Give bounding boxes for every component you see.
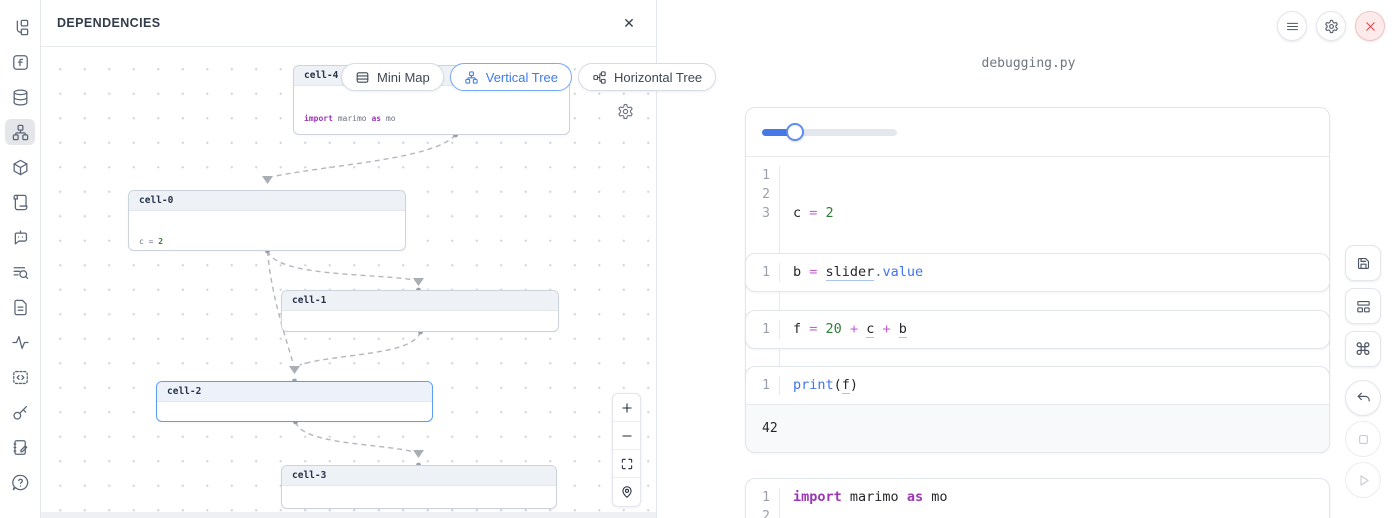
- graph-scrollbar[interactable]: [41, 512, 656, 518]
- save-icon: [1355, 255, 1372, 272]
- dependency-graph-canvas[interactable]: cell-4 import marimo as mo a = 20 cell-0…: [41, 47, 656, 512]
- graph-node-cell-2[interactable]: cell-2 f = 20 + c + b: [156, 381, 433, 422]
- horizontal-tree-icon: [592, 70, 607, 85]
- line-numbers: 1 2: [746, 488, 780, 518]
- graph-node-title: cell-2: [157, 382, 432, 402]
- graph-node-title: cell-3: [282, 466, 556, 486]
- layout-select-button[interactable]: [1345, 288, 1381, 324]
- layout-icon: [1355, 298, 1372, 315]
- notebook-cell[interactable]: 1 print(f) 42: [745, 366, 1330, 453]
- cell-editor[interactable]: 1 2 import marimo as mo: [746, 479, 1329, 518]
- logs-icon[interactable]: [5, 189, 35, 215]
- minimap-button[interactable]: Mini Map: [341, 63, 444, 91]
- maximize-icon: [620, 457, 634, 471]
- documentation-icon[interactable]: [5, 294, 35, 320]
- snippets-icon[interactable]: [5, 364, 35, 390]
- graph-node-title: cell-1: [282, 291, 558, 311]
- vertical-tree-button[interactable]: Vertical Tree: [450, 63, 572, 91]
- map-pin-icon: [620, 485, 634, 499]
- dependencies-header: DEPENDENCIES ✕: [41, 0, 656, 47]
- cell-editor[interactable]: 1 b = slider.value: [746, 254, 1329, 291]
- hamburger-icon: [1285, 19, 1300, 34]
- shutdown-button[interactable]: [1355, 11, 1385, 41]
- horizontal-tree-label: Horizontal Tree: [614, 70, 702, 85]
- notebook-cell[interactable]: 1 b = slider.value: [745, 253, 1330, 292]
- notebook-cell[interactable]: 1 2 import marimo as mo: [745, 478, 1330, 518]
- line-numbers: 1: [746, 263, 780, 282]
- stop-icon: [1355, 431, 1372, 448]
- scratchpad-icon[interactable]: [5, 434, 35, 460]
- graph-view-toolbar: Mini Map Vertical Tree Horizontal Tree: [341, 63, 716, 91]
- save-button[interactable]: [1345, 245, 1381, 281]
- dependency-graph-icon[interactable]: [5, 119, 35, 145]
- close-panel-button[interactable]: ✕: [618, 12, 640, 34]
- file-tree-icon[interactable]: [5, 14, 35, 40]
- cell-editor[interactable]: 1 f = 20 + c + b: [746, 311, 1329, 348]
- graph-zoom-controls: [612, 393, 641, 507]
- graph-node-cell-3[interactable]: cell-3 print(f): [281, 465, 557, 509]
- zoom-in-button[interactable]: [613, 394, 640, 422]
- graph-code-line: import marimo as mo: [304, 114, 559, 125]
- left-icon-rail: [0, 0, 41, 518]
- notebook-area: debugging.py 1 2 3: [657, 0, 1400, 518]
- keyboard-shortcuts-button[interactable]: ⌘: [1345, 331, 1381, 367]
- graph-settings-button[interactable]: [613, 99, 637, 123]
- gear-icon: [1324, 19, 1339, 34]
- notebook-cell[interactable]: 1 f = 20 + c + b: [745, 310, 1330, 349]
- line-numbers: 1: [746, 376, 780, 395]
- graph-node-title: cell-0: [129, 191, 405, 211]
- gear-icon: [617, 103, 634, 120]
- undo-button[interactable]: [1345, 380, 1381, 416]
- variables-icon[interactable]: [5, 329, 35, 355]
- marimo-app: DEPENDENCIES ✕: [0, 0, 1400, 518]
- vertical-tree-label: Vertical Tree: [486, 70, 558, 85]
- functions-icon[interactable]: [5, 49, 35, 75]
- vertical-tree-icon: [464, 70, 479, 85]
- code-line: import marimo as mo: [793, 488, 947, 507]
- minimap-icon: [355, 70, 370, 85]
- stop-button[interactable]: [1345, 421, 1381, 457]
- command-icon: ⌘: [1355, 341, 1372, 358]
- code-line: b = slider.value: [793, 263, 923, 282]
- locate-button[interactable]: [613, 478, 640, 506]
- cell-output: [746, 108, 1329, 157]
- run-button[interactable]: [1345, 462, 1381, 498]
- code-line: print(f): [793, 376, 858, 395]
- minus-icon: [620, 429, 634, 443]
- settings-button[interactable]: [1316, 11, 1346, 41]
- graph-code-line: c = 2: [139, 237, 395, 247]
- plus-icon: [620, 401, 634, 415]
- graph-node-cell-0[interactable]: cell-0 c = 2 slider = mo.ui.slider(0, 10…: [128, 190, 406, 251]
- play-icon: [1355, 472, 1372, 489]
- fit-view-button[interactable]: [613, 450, 640, 478]
- cell-editor[interactable]: 1 print(f): [746, 367, 1329, 404]
- line-numbers: 1: [746, 320, 780, 339]
- dependencies-title: DEPENDENCIES: [57, 16, 160, 30]
- notebook-window-buttons: [1277, 11, 1385, 41]
- minimap-label: Mini Map: [377, 70, 430, 85]
- slider-widget[interactable]: [762, 123, 897, 141]
- code-line: f = 20 + c + b: [793, 320, 907, 339]
- notebook-filename: debugging.py: [657, 56, 1400, 71]
- dependencies-panel: DEPENDENCIES ✕: [41, 0, 657, 518]
- code-line: c = 2: [793, 204, 1102, 223]
- slider-thumb[interactable]: [786, 123, 804, 141]
- zoom-out-button[interactable]: [613, 422, 640, 450]
- packages-icon[interactable]: [5, 154, 35, 180]
- help-icon[interactable]: [5, 469, 35, 495]
- secrets-icon[interactable]: [5, 399, 35, 425]
- cell-output: 42: [746, 404, 1329, 452]
- tracing-icon[interactable]: [5, 259, 35, 285]
- horizontal-tree-button[interactable]: Horizontal Tree: [578, 63, 716, 91]
- menu-button[interactable]: [1277, 11, 1307, 41]
- datasources-icon[interactable]: [5, 84, 35, 110]
- graph-node-cell-1[interactable]: cell-1 b = slider.value: [281, 290, 559, 332]
- ai-chat-icon[interactable]: [5, 224, 35, 250]
- close-icon: [1363, 19, 1378, 34]
- undo-icon: [1355, 390, 1372, 407]
